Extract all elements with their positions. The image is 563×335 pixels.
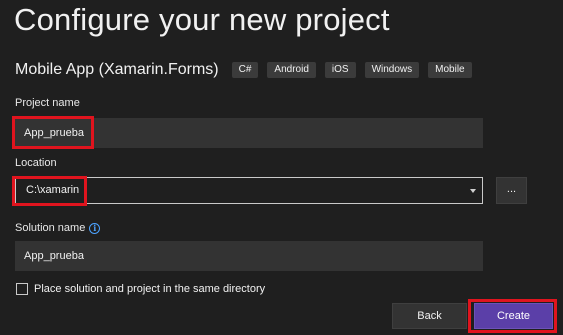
template-info: Mobile App (Xamarin.Forms) C# Android iO…: [15, 60, 472, 80]
project-name-label-text: Project name: [15, 97, 80, 109]
chevron-down-icon[interactable]: [470, 189, 476, 193]
browse-location-button[interactable]: ...: [496, 177, 527, 204]
same-directory-checkbox[interactable]: [16, 283, 28, 295]
template-name: Mobile App (Xamarin.Forms): [15, 61, 219, 78]
tag-ios: iOS: [324, 62, 356, 78]
solution-name-input[interactable]: [15, 241, 483, 271]
location-combobox[interactable]: C:\xamarin: [15, 177, 483, 204]
solution-name-label: Solution name i: [15, 222, 101, 234]
tag-csharp: C#: [231, 62, 259, 78]
same-directory-option[interactable]: Place solution and project in the same d…: [16, 282, 265, 296]
back-button[interactable]: Back: [392, 303, 467, 329]
template-tags: C# Android iOS Windows Mobile: [231, 62, 472, 78]
tag-mobile: Mobile: [428, 62, 472, 78]
location-label: Location: [15, 157, 57, 169]
page-title: Configure your new project: [14, 2, 390, 37]
project-name-input[interactable]: [15, 118, 483, 148]
location-value: C:\xamarin: [26, 184, 80, 196]
create-button[interactable]: Create: [474, 303, 553, 329]
location-label-text: Location: [15, 157, 57, 169]
solution-name-label-text: Solution name: [15, 222, 86, 234]
info-icon[interactable]: i: [89, 222, 101, 234]
same-directory-label[interactable]: Place solution and project in the same d…: [34, 283, 265, 295]
configure-project-dialog: Configure your new project Mobile App (X…: [0, 0, 563, 335]
tag-windows: Windows: [364, 62, 420, 78]
project-name-label: Project name: [15, 97, 80, 109]
tag-android: Android: [267, 62, 316, 78]
